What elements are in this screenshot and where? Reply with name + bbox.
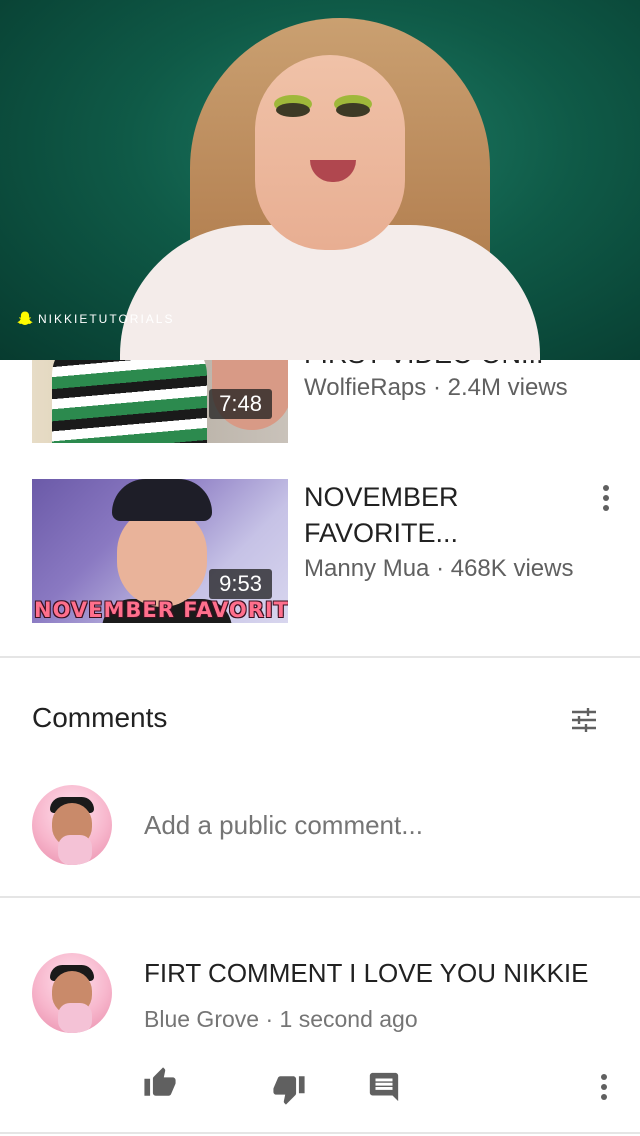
watermark-label: NIKKIETUTORIALS — [38, 312, 175, 326]
section-divider — [0, 656, 640, 658]
thumb-down-icon[interactable] — [272, 1072, 306, 1106]
thumbnail-caption: NOVEMBER FAVORITES — [34, 598, 288, 622]
avatar — [32, 785, 112, 865]
section-divider — [0, 896, 640, 898]
comments-header: Comments — [32, 702, 168, 733]
video-duration: 9:53 — [209, 569, 272, 599]
meta-separator: · — [265, 1006, 280, 1032]
watermark: NIKKIETUTORIALS — [16, 310, 174, 328]
video-frame-eye — [276, 103, 310, 117]
comment-author[interactable]: Blue Grove — [144, 1006, 259, 1032]
video-meta: Manny Mua · 468K views — [304, 555, 573, 583]
video-thumbnail[interactable]: NOVEMBER FAVORITES 9:53 — [32, 479, 288, 623]
video-title-line: NOVEMBER — [304, 482, 459, 512]
video-title[interactable]: NOVEMBER FAVORITE... — [304, 479, 584, 551]
section-divider — [0, 1132, 640, 1134]
video-player[interactable]: NIKKIETUTORIALS — [0, 0, 640, 360]
add-comment-input[interactable]: Add a public comment... — [144, 810, 423, 841]
meta-separator: · — [432, 374, 448, 401]
video-frame-face — [255, 55, 405, 250]
video-duration: 7:48 — [209, 389, 272, 419]
video-meta: WolfieRaps · 2.4M views — [304, 374, 568, 402]
more-vert-icon[interactable] — [594, 1070, 614, 1104]
comment-text: FIRT COMMENT I LOVE YOU NIKKIE — [144, 958, 589, 988]
meta-separator: · — [436, 555, 451, 582]
view-count: 2.4M views — [447, 374, 568, 401]
snapchat-icon — [17, 311, 33, 325]
channel-name: WolfieRaps — [304, 374, 427, 401]
thumbnail-hair — [112, 479, 212, 521]
comment-time: 1 second ago — [279, 1006, 418, 1032]
reply-icon[interactable] — [367, 1070, 401, 1104]
view-count: 468K views — [450, 555, 574, 582]
sort-filter-icon[interactable] — [570, 706, 598, 734]
video-title-line: FAVORITE... — [304, 518, 459, 548]
thumbnail-face — [117, 507, 207, 607]
channel-name: Manny Mua — [304, 555, 430, 582]
thumb-up-icon[interactable] — [143, 1066, 177, 1100]
comment-meta: Blue Grove · 1 second ago — [144, 1006, 418, 1033]
avatar[interactable] — [32, 953, 112, 1033]
video-frame-eye — [336, 103, 370, 117]
more-vert-icon[interactable] — [596, 481, 616, 515]
